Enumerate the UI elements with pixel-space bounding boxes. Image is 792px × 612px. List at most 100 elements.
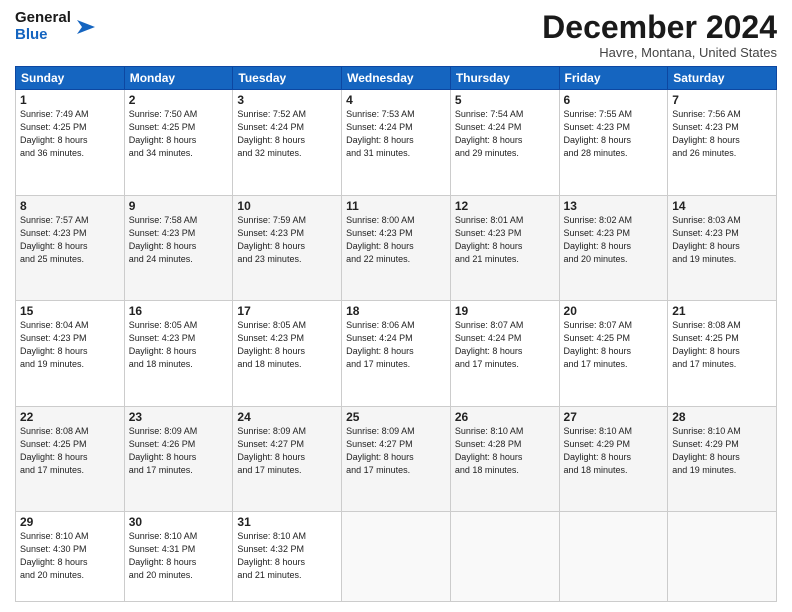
cell-info: Sunrise: 8:05 AM Sunset: 4:23 PM Dayligh…: [237, 319, 337, 371]
cell-info: Sunrise: 8:10 AM Sunset: 4:28 PM Dayligh…: [455, 425, 555, 477]
calendar-cell: 11Sunrise: 8:00 AM Sunset: 4:23 PM Dayli…: [342, 195, 451, 300]
header: General Blue December 2024 Havre, Montan…: [15, 10, 777, 60]
col-header-saturday: Saturday: [668, 67, 777, 90]
cell-info: Sunrise: 8:10 AM Sunset: 4:29 PM Dayligh…: [672, 425, 772, 477]
page: General Blue December 2024 Havre, Montan…: [0, 0, 792, 612]
calendar-cell: [450, 512, 559, 602]
calendar-cell: 3Sunrise: 7:52 AM Sunset: 4:24 PM Daylig…: [233, 90, 342, 195]
day-number: 31: [237, 515, 337, 529]
logo-general: General: [15, 10, 71, 27]
cell-info: Sunrise: 8:10 AM Sunset: 4:31 PM Dayligh…: [129, 530, 229, 582]
calendar-cell: 2Sunrise: 7:50 AM Sunset: 4:25 PM Daylig…: [124, 90, 233, 195]
day-number: 14: [672, 199, 772, 213]
cell-info: Sunrise: 8:02 AM Sunset: 4:23 PM Dayligh…: [564, 214, 664, 266]
cell-info: Sunrise: 8:09 AM Sunset: 4:26 PM Dayligh…: [129, 425, 229, 477]
col-header-monday: Monday: [124, 67, 233, 90]
calendar-cell: 20Sunrise: 8:07 AM Sunset: 4:25 PM Dayli…: [559, 301, 668, 406]
calendar-cell: 6Sunrise: 7:55 AM Sunset: 4:23 PM Daylig…: [559, 90, 668, 195]
calendar-cell: 24Sunrise: 8:09 AM Sunset: 4:27 PM Dayli…: [233, 406, 342, 511]
col-header-friday: Friday: [559, 67, 668, 90]
cell-info: Sunrise: 7:53 AM Sunset: 4:24 PM Dayligh…: [346, 108, 446, 160]
cell-info: Sunrise: 7:58 AM Sunset: 4:23 PM Dayligh…: [129, 214, 229, 266]
day-number: 26: [455, 410, 555, 424]
day-number: 10: [237, 199, 337, 213]
cell-info: Sunrise: 7:52 AM Sunset: 4:24 PM Dayligh…: [237, 108, 337, 160]
calendar-cell: 25Sunrise: 8:09 AM Sunset: 4:27 PM Dayli…: [342, 406, 451, 511]
day-number: 1: [20, 93, 120, 107]
day-number: 18: [346, 304, 446, 318]
calendar-cell: 30Sunrise: 8:10 AM Sunset: 4:31 PM Dayli…: [124, 512, 233, 602]
cell-info: Sunrise: 8:06 AM Sunset: 4:24 PM Dayligh…: [346, 319, 446, 371]
cell-info: Sunrise: 8:07 AM Sunset: 4:24 PM Dayligh…: [455, 319, 555, 371]
cell-info: Sunrise: 8:10 AM Sunset: 4:29 PM Dayligh…: [564, 425, 664, 477]
calendar-cell: [668, 512, 777, 602]
day-number: 13: [564, 199, 664, 213]
calendar-cell: 15Sunrise: 8:04 AM Sunset: 4:23 PM Dayli…: [16, 301, 125, 406]
calendar-cell: 27Sunrise: 8:10 AM Sunset: 4:29 PM Dayli…: [559, 406, 668, 511]
cell-info: Sunrise: 8:00 AM Sunset: 4:23 PM Dayligh…: [346, 214, 446, 266]
day-number: 12: [455, 199, 555, 213]
calendar-cell: [342, 512, 451, 602]
day-number: 3: [237, 93, 337, 107]
cell-info: Sunrise: 8:10 AM Sunset: 4:30 PM Dayligh…: [20, 530, 120, 582]
day-number: 24: [237, 410, 337, 424]
calendar-cell: 18Sunrise: 8:06 AM Sunset: 4:24 PM Dayli…: [342, 301, 451, 406]
calendar-cell: 21Sunrise: 8:08 AM Sunset: 4:25 PM Dayli…: [668, 301, 777, 406]
cell-info: Sunrise: 8:03 AM Sunset: 4:23 PM Dayligh…: [672, 214, 772, 266]
day-number: 16: [129, 304, 229, 318]
day-number: 19: [455, 304, 555, 318]
calendar-header-row: SundayMondayTuesdayWednesdayThursdayFrid…: [16, 67, 777, 90]
calendar-cell: 23Sunrise: 8:09 AM Sunset: 4:26 PM Dayli…: [124, 406, 233, 511]
cell-info: Sunrise: 7:56 AM Sunset: 4:23 PM Dayligh…: [672, 108, 772, 160]
day-number: 15: [20, 304, 120, 318]
calendar-cell: 1Sunrise: 7:49 AM Sunset: 4:25 PM Daylig…: [16, 90, 125, 195]
logo-blue: Blue: [15, 27, 71, 44]
day-number: 22: [20, 410, 120, 424]
cell-info: Sunrise: 7:50 AM Sunset: 4:25 PM Dayligh…: [129, 108, 229, 160]
calendar-cell: 5Sunrise: 7:54 AM Sunset: 4:24 PM Daylig…: [450, 90, 559, 195]
day-number: 30: [129, 515, 229, 529]
day-number: 20: [564, 304, 664, 318]
calendar-cell: 31Sunrise: 8:10 AM Sunset: 4:32 PM Dayli…: [233, 512, 342, 602]
month-title: December 2024: [542, 10, 777, 45]
cell-info: Sunrise: 7:59 AM Sunset: 4:23 PM Dayligh…: [237, 214, 337, 266]
day-number: 29: [20, 515, 120, 529]
day-number: 25: [346, 410, 446, 424]
day-number: 7: [672, 93, 772, 107]
cell-info: Sunrise: 7:57 AM Sunset: 4:23 PM Dayligh…: [20, 214, 120, 266]
calendar-cell: 16Sunrise: 8:05 AM Sunset: 4:23 PM Dayli…: [124, 301, 233, 406]
cell-info: Sunrise: 7:55 AM Sunset: 4:23 PM Dayligh…: [564, 108, 664, 160]
col-header-tuesday: Tuesday: [233, 67, 342, 90]
calendar-cell: 19Sunrise: 8:07 AM Sunset: 4:24 PM Dayli…: [450, 301, 559, 406]
calendar-cell: 22Sunrise: 8:08 AM Sunset: 4:25 PM Dayli…: [16, 406, 125, 511]
day-number: 6: [564, 93, 664, 107]
calendar-cell: 17Sunrise: 8:05 AM Sunset: 4:23 PM Dayli…: [233, 301, 342, 406]
calendar-cell: 10Sunrise: 7:59 AM Sunset: 4:23 PM Dayli…: [233, 195, 342, 300]
day-number: 8: [20, 199, 120, 213]
calendar-cell: 8Sunrise: 7:57 AM Sunset: 4:23 PM Daylig…: [16, 195, 125, 300]
col-header-wednesday: Wednesday: [342, 67, 451, 90]
cell-info: Sunrise: 8:08 AM Sunset: 4:25 PM Dayligh…: [20, 425, 120, 477]
col-header-thursday: Thursday: [450, 67, 559, 90]
logo-arrow-icon: [73, 16, 95, 38]
cell-info: Sunrise: 8:08 AM Sunset: 4:25 PM Dayligh…: [672, 319, 772, 371]
calendar-cell: 28Sunrise: 8:10 AM Sunset: 4:29 PM Dayli…: [668, 406, 777, 511]
calendar-cell: 12Sunrise: 8:01 AM Sunset: 4:23 PM Dayli…: [450, 195, 559, 300]
location: Havre, Montana, United States: [542, 45, 777, 60]
day-number: 27: [564, 410, 664, 424]
calendar-cell: 13Sunrise: 8:02 AM Sunset: 4:23 PM Dayli…: [559, 195, 668, 300]
logo: General Blue: [15, 10, 95, 43]
cell-info: Sunrise: 8:10 AM Sunset: 4:32 PM Dayligh…: [237, 530, 337, 582]
day-number: 17: [237, 304, 337, 318]
calendar-cell: 14Sunrise: 8:03 AM Sunset: 4:23 PM Dayli…: [668, 195, 777, 300]
cell-info: Sunrise: 7:54 AM Sunset: 4:24 PM Dayligh…: [455, 108, 555, 160]
day-number: 23: [129, 410, 229, 424]
calendar-table: SundayMondayTuesdayWednesdayThursdayFrid…: [15, 66, 777, 602]
day-number: 5: [455, 93, 555, 107]
cell-info: Sunrise: 7:49 AM Sunset: 4:25 PM Dayligh…: [20, 108, 120, 160]
cell-info: Sunrise: 8:09 AM Sunset: 4:27 PM Dayligh…: [346, 425, 446, 477]
calendar-cell: [559, 512, 668, 602]
cell-info: Sunrise: 8:09 AM Sunset: 4:27 PM Dayligh…: [237, 425, 337, 477]
day-number: 2: [129, 93, 229, 107]
cell-info: Sunrise: 8:04 AM Sunset: 4:23 PM Dayligh…: [20, 319, 120, 371]
